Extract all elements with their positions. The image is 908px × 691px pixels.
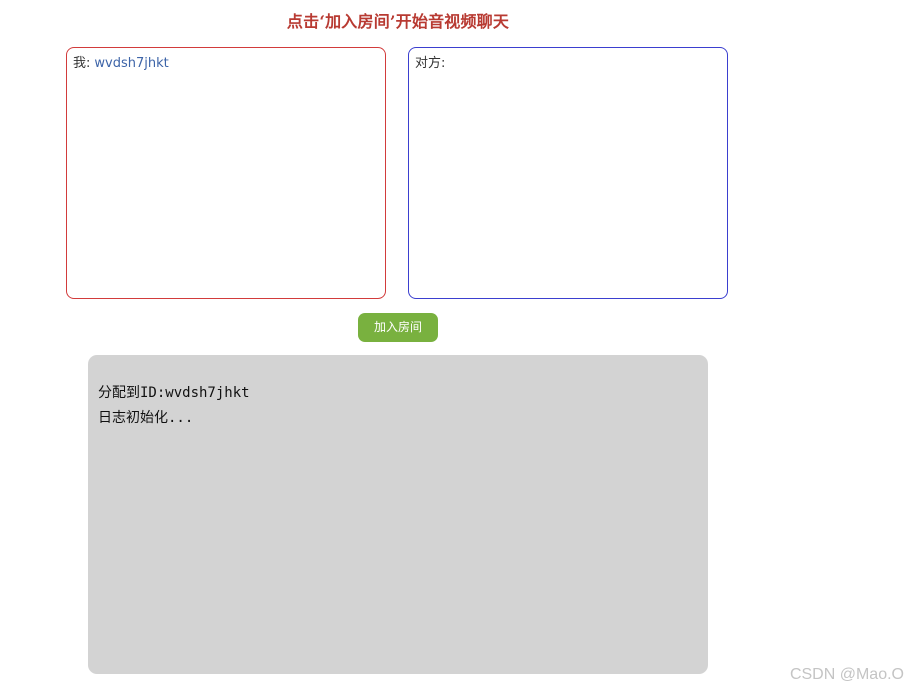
remote-video-view: 对方: xyxy=(408,47,728,299)
local-video-view: 我: wvdsh7jhkt xyxy=(66,47,386,299)
watermark: CSDN @Mao.O xyxy=(789,666,904,683)
remote-label-text: 对方: xyxy=(415,56,446,71)
log-line: 分配到ID:wvdsh7jhkt xyxy=(98,385,250,401)
local-peer-id: wvdsh7jhkt xyxy=(94,56,169,71)
log-panel[interactable]: 分配到ID:wvdsh7jhkt 日志初始化... xyxy=(88,355,708,674)
page-title: 点击‘加入房间’开始音视频聊天 xyxy=(286,12,510,31)
join-room-button[interactable]: 加入房间 xyxy=(358,313,438,342)
local-label-text: 我: xyxy=(73,56,91,71)
remote-video-label: 对方: xyxy=(415,56,445,72)
local-video-label: 我: wvdsh7jhkt xyxy=(73,56,169,72)
log-line: 日志初始化... xyxy=(98,410,194,426)
